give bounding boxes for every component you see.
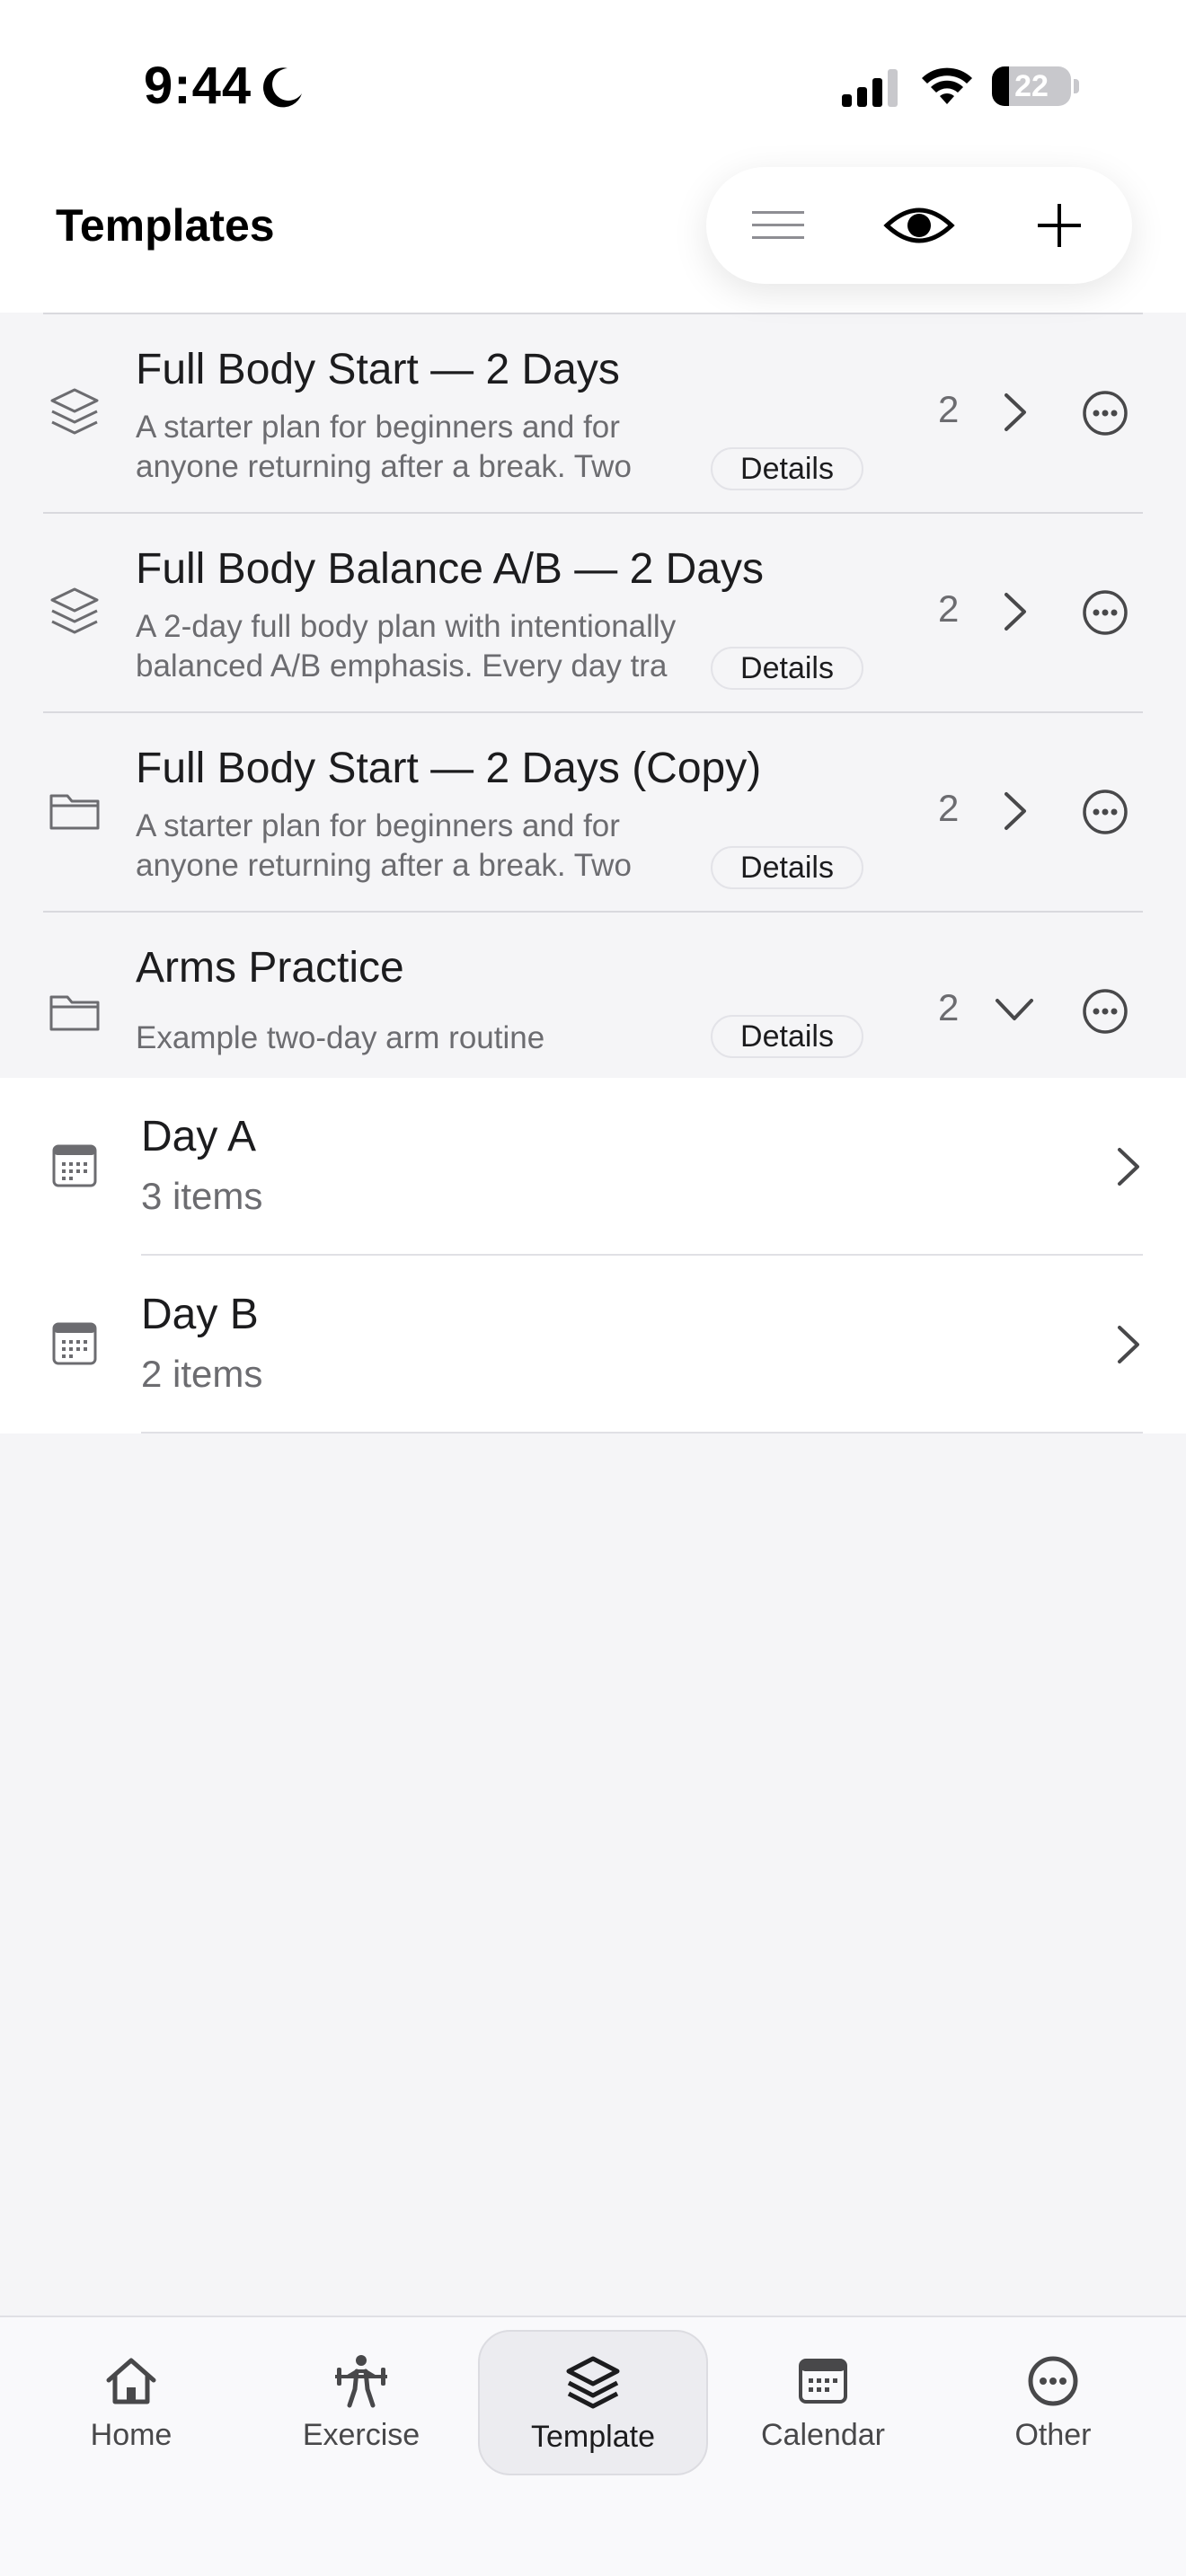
day-item-count: 2 items	[141, 1353, 263, 1395]
folder-icon	[49, 794, 100, 830]
list-icon	[752, 211, 804, 239]
tab-label: Exercise	[302, 2418, 420, 2452]
chevron-right-icon[interactable]	[997, 789, 1033, 834]
tab-home[interactable]: Home	[16, 2330, 246, 2475]
calendar-icon	[799, 2359, 847, 2404]
template-count: 2	[938, 587, 960, 630]
template-count: 2	[938, 986, 960, 1028]
more-options-icon[interactable]	[1082, 789, 1128, 835]
template-title: Full Body Start — 2 Days (Copy)	[136, 745, 762, 792]
template-row[interactable]: Full Body Start — 2 Days (Copy) A starte…	[43, 711, 1143, 911]
status-time: 9:44	[144, 57, 252, 115]
calendar-icon	[52, 1144, 97, 1187]
template-title: Arms Practice	[136, 944, 404, 992]
layers-icon	[566, 2356, 620, 2409]
template-title: Full Body Start — 2 Days	[136, 346, 620, 393]
template-description: A starter plan for beginners and for any…	[136, 808, 632, 883]
details-button[interactable]: Details	[711, 1015, 863, 1058]
header: Templates	[0, 162, 1186, 313]
day-row[interactable]: Day B 2 items	[0, 1256, 1186, 1434]
chevron-right-icon[interactable]	[997, 390, 1033, 435]
template-count: 2	[938, 787, 960, 829]
template-row[interactable]: Arms Practice Example two-day arm routin…	[43, 911, 1143, 1076]
layers-icon	[50, 388, 99, 435]
add-template-button[interactable]	[1023, 190, 1095, 261]
chevron-right-icon[interactable]	[1112, 1322, 1145, 1367]
tab-bar: Home Exercise Template Calendar Other	[0, 2316, 1186, 2576]
more-options-icon[interactable]	[1082, 390, 1128, 437]
battery-tip	[1074, 79, 1079, 93]
plus-icon	[1038, 204, 1081, 247]
eye-icon	[883, 207, 955, 243]
day-item-count: 3 items	[141, 1175, 263, 1217]
reorder-button[interactable]	[742, 190, 814, 261]
day-title: Day B	[141, 1291, 259, 1338]
template-description: A 2-day full body plan with intentionall…	[136, 609, 677, 684]
visibility-button[interactable]	[883, 190, 955, 261]
more-icon	[1028, 2356, 1078, 2406]
chevron-right-icon[interactable]	[997, 589, 1033, 634]
template-list: Full Body Start — 2 Days A starter plan …	[0, 313, 1186, 1076]
details-button[interactable]: Details	[711, 447, 863, 490]
more-options-icon[interactable]	[1082, 589, 1128, 636]
exercise-icon	[335, 2355, 387, 2408]
details-button[interactable]: Details	[711, 647, 863, 690]
moon-icon	[263, 67, 302, 108]
tab-calendar[interactable]: Calendar	[708, 2330, 938, 2475]
more-options-icon[interactable]	[1082, 988, 1128, 1035]
battery-level: 22	[1014, 69, 1049, 103]
tab-label: Home	[90, 2418, 173, 2452]
day-row[interactable]: Day A 3 items	[0, 1078, 1186, 1256]
home-icon	[106, 2358, 156, 2404]
template-description: A starter plan for beginners and for any…	[136, 410, 632, 484]
layers-icon	[50, 587, 99, 634]
status-bar: 9:44 22	[0, 0, 1186, 162]
cellular-signal-icon	[842, 69, 898, 107]
folder-icon	[49, 995, 100, 1031]
toolbar	[706, 167, 1132, 284]
template-row[interactable]: Full Body Start — 2 Days A starter plan …	[43, 313, 1143, 512]
template-count: 2	[938, 388, 960, 430]
tab-label: Calendar	[761, 2418, 885, 2452]
day-list: Day A 3 items Day B 2 items	[0, 1078, 1186, 1434]
calendar-icon	[52, 1322, 97, 1365]
tab-label: Template	[531, 2420, 655, 2454]
battery-indicator: 22	[992, 66, 1071, 106]
chevron-right-icon[interactable]	[1112, 1144, 1145, 1189]
page-title: Templates	[56, 200, 275, 251]
details-button[interactable]: Details	[711, 846, 863, 889]
tab-other[interactable]: Other	[938, 2330, 1168, 2475]
tab-label: Other	[1014, 2418, 1092, 2452]
chevron-down-icon[interactable]	[992, 992, 1037, 1028]
tab-exercise[interactable]: Exercise	[246, 2330, 476, 2475]
tab-template[interactable]: Template	[478, 2330, 708, 2475]
wifi-icon	[922, 67, 972, 104]
day-title: Day A	[141, 1113, 257, 1160]
divider	[141, 1432, 1143, 1434]
template-row[interactable]: Full Body Balance A/B — 2 Days A 2-day f…	[43, 512, 1143, 711]
template-title: Full Body Balance A/B — 2 Days	[136, 545, 764, 593]
